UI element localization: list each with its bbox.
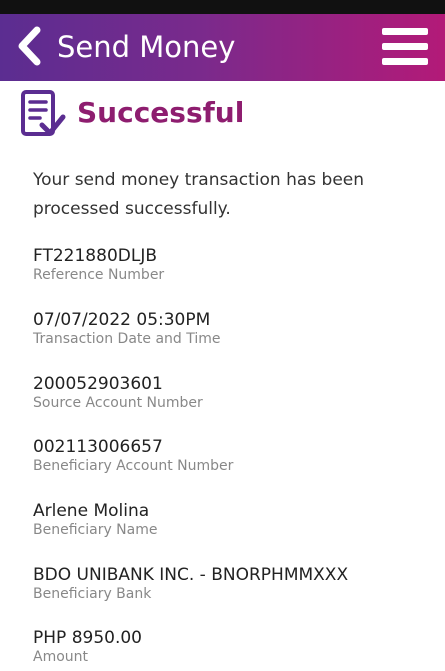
field-label: Amount (33, 649, 89, 665)
app-header: Send Money (0, 14, 445, 81)
document-check-icon (21, 90, 66, 136)
confirmation-message: Your send money transaction has been pro… (33, 170, 365, 219)
status-title: Successful (77, 96, 245, 129)
chevron-left-icon (18, 26, 41, 66)
field-reference-number: FT221880DLJB Reference Number (33, 246, 433, 284)
field-value: 200052903601 (33, 374, 163, 394)
field-value: Arlene Molina (33, 501, 150, 521)
field-source-account: 200052903601 Source Account Number (33, 374, 433, 412)
field-value: 07/07/2022 05:30PM (33, 310, 211, 330)
field-value: PHP 8950.00 (33, 628, 142, 648)
status-heading: Successful (20, 89, 420, 141)
hamburger-line (382, 43, 428, 50)
field-amount: PHP 8950.00 Amount (33, 628, 433, 666)
field-beneficiary-account: 002113006657 Beneficiary Account Number (33, 437, 433, 475)
field-label: Transaction Date and Time (33, 331, 221, 347)
field-value: FT221880DLJB (33, 246, 157, 266)
field-value: BDO UNIBANK INC. - BNORPHMMXXX (33, 565, 349, 585)
back-button[interactable] (10, 26, 50, 66)
field-beneficiary-name: Arlene Molina Beneficiary Name (33, 501, 433, 539)
field-label: Beneficiary Account Number (33, 458, 234, 474)
field-value: 002113006657 (33, 437, 163, 457)
field-label: Beneficiary Name (33, 522, 158, 538)
hamburger-menu-icon (382, 28, 428, 35)
field-label: Reference Number (33, 267, 165, 283)
field-beneficiary-bank: BDO UNIBANK INC. - BNORPHMMXXX Beneficia… (33, 565, 433, 603)
status-bar (0, 0, 445, 14)
field-transaction-date: 07/07/2022 05:30PM Transaction Date and … (33, 310, 433, 348)
field-label: Beneficiary Bank (33, 586, 152, 602)
page-title: Send Money (57, 30, 236, 64)
menu-button[interactable] (382, 26, 428, 66)
field-label: Source Account Number (33, 395, 203, 411)
hamburger-line (382, 58, 428, 65)
